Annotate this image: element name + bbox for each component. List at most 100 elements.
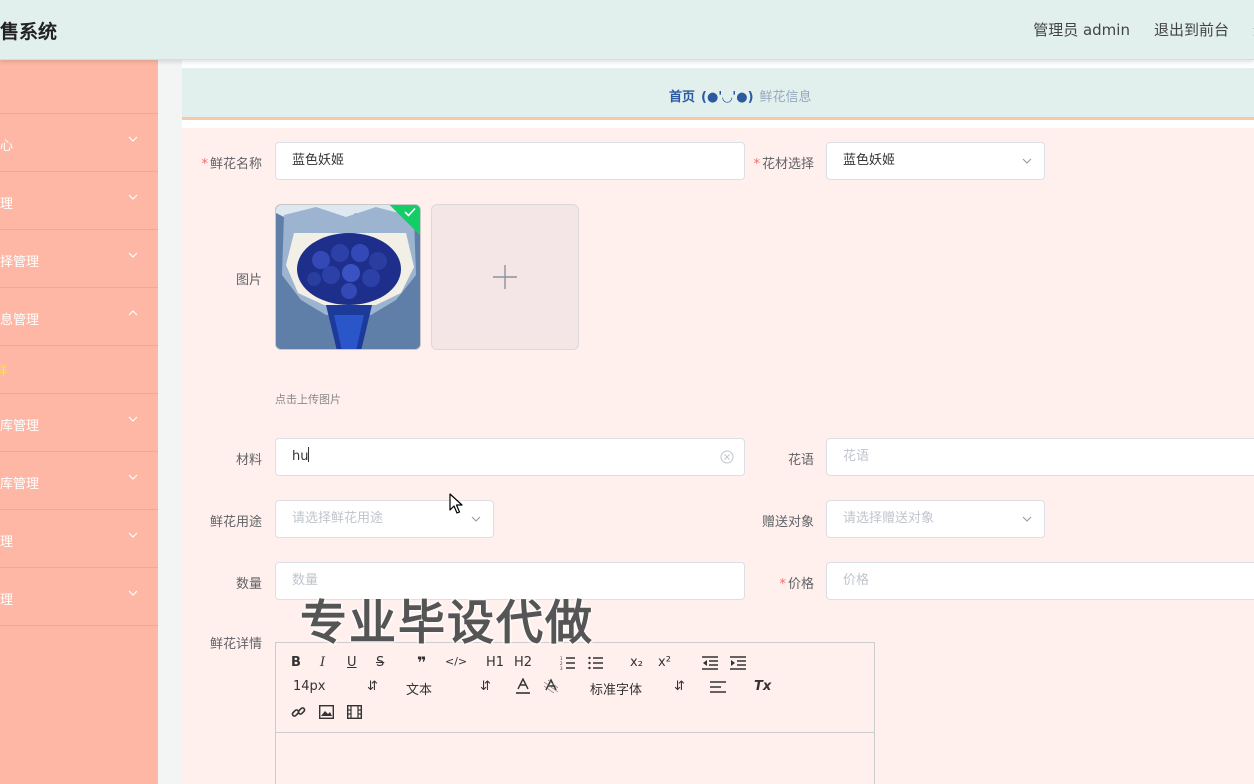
editor-content-area[interactable]	[276, 733, 874, 784]
indent-button[interactable]	[730, 656, 746, 670]
sidebar-item-6[interactable]: 库管理	[0, 452, 158, 510]
ordered-list-button[interactable]: 123	[560, 656, 576, 670]
material-select[interactable]: 蓝色妖姬	[826, 142, 1045, 180]
font-color-button[interactable]	[516, 678, 530, 694]
breadcrumb-home[interactable]: 首页	[669, 90, 695, 105]
clear-format-button[interactable]: Tx	[754, 679, 771, 694]
image-insert-button[interactable]	[319, 705, 334, 719]
sidebar-top	[0, 60, 158, 114]
sidebar-item-label: 心	[0, 139, 14, 154]
watermark-text: 专业毕设代做	[300, 596, 594, 651]
chevron-down-icon	[128, 136, 138, 142]
background-color-icon	[544, 678, 558, 694]
background-color-button[interactable]	[544, 678, 558, 694]
recipient-select[interactable]: 请选择赠送对象	[826, 500, 1045, 538]
upload-hint: 点击上传图片	[275, 393, 341, 406]
flower-name-input[interactable]: 蓝色妖姬	[275, 142, 745, 180]
underline-button[interactable]: U	[347, 655, 357, 670]
image-icon	[319, 705, 334, 719]
chevron-down-icon	[128, 532, 138, 538]
outdent-icon	[702, 656, 718, 670]
sidebar-item-5[interactable]: 库管理	[0, 394, 158, 452]
admin-label[interactable]: 管理员 admin	[1033, 19, 1130, 40]
italic-button[interactable]: I	[320, 655, 325, 670]
app-title: 售系统	[0, 21, 58, 43]
font-family-select[interactable]: 标准字体 ⇵	[590, 679, 685, 698]
breadcrumb-separator: (●'◡'●)	[701, 90, 754, 105]
chevron-down-icon	[128, 194, 138, 200]
chevron-down-icon	[1022, 158, 1032, 164]
text-type-select[interactable]: 文本 ⇵	[406, 679, 491, 698]
video-icon	[347, 705, 362, 719]
editor-toolbar: B I U S ❞ </> H1 H2 123 x₂ x² 14px ⇵ 文本 …	[276, 643, 874, 733]
strikethrough-button[interactable]: S	[376, 655, 384, 670]
align-left-icon	[710, 681, 726, 693]
sidebar-item-8[interactable]: 理	[0, 568, 158, 626]
sidebar-item-3[interactable]: 择管理	[0, 230, 158, 288]
bullet-list-icon	[588, 656, 603, 670]
subscript-button[interactable]: x₂	[630, 655, 643, 670]
exit-to-front-link[interactable]: 退出到前台	[1154, 19, 1229, 40]
sidebar-item-1[interactable]: 心	[0, 114, 158, 172]
superscript-button[interactable]: x²	[658, 655, 671, 670]
code-button[interactable]: </>	[445, 655, 467, 668]
breadcrumb-current: 鲜花信息	[759, 90, 812, 105]
blue-rose-bouquet-image	[276, 205, 420, 349]
header-actions: 管理员 admin 退出到前台 退	[1033, 19, 1254, 40]
sidebar-item-label: 理	[0, 197, 14, 212]
material-label: 材料	[235, 453, 262, 468]
mouse-cursor-icon	[449, 493, 463, 514]
sidebar-item-label: 库管理	[0, 477, 40, 492]
chevron-down-icon	[128, 474, 138, 480]
usage-label: 鲜花用途	[209, 515, 262, 530]
flower-image-thumbnail[interactable]	[275, 204, 421, 350]
sidebar-item-label: 择管理	[0, 255, 40, 270]
align-button[interactable]	[710, 681, 726, 693]
heading1-button[interactable]: H1	[486, 655, 504, 670]
font-size-select[interactable]: 14px ⇵	[293, 679, 378, 694]
sidebar-item-label: 库管理	[0, 419, 40, 434]
flower-language-input[interactable]: 花语	[826, 438, 1254, 476]
bullet-list-button[interactable]	[588, 656, 604, 670]
clear-icon[interactable]	[720, 450, 734, 464]
chevron-down-icon	[1022, 516, 1032, 522]
image-label: 图片	[235, 273, 262, 288]
quote-button[interactable]: ❞	[417, 653, 426, 672]
sidebar-item-2[interactable]: 理	[0, 172, 158, 230]
material-input[interactable]: hu	[275, 438, 745, 476]
link-icon	[291, 707, 306, 717]
plus-icon	[493, 265, 517, 289]
outdent-button[interactable]	[702, 656, 718, 670]
image-upload-button[interactable]	[431, 204, 579, 350]
chevron-down-icon	[128, 590, 138, 596]
sidebar-subitem-label: 鲜	[0, 364, 8, 379]
name-label: * 鲜花名称	[201, 157, 262, 172]
sidebar: 心 理 择管理 息管理 鲜 库管理 库管理 理 理	[0, 60, 158, 784]
chevron-down-icon	[128, 252, 138, 258]
heading2-button[interactable]: H2	[514, 655, 532, 670]
indent-icon	[730, 656, 746, 670]
chevron-down-icon	[471, 516, 481, 522]
quantity-label: 数量	[235, 577, 262, 592]
bold-button[interactable]: B	[291, 655, 301, 670]
sidebar-item-label: 理	[0, 593, 14, 608]
price-input[interactable]: 价格	[826, 562, 1254, 600]
breadcrumb: 首页 (●'◡'●) 鲜花信息	[669, 86, 812, 105]
sidebar-item-label: 理	[0, 535, 14, 550]
ordered-list-icon: 123	[560, 656, 575, 670]
check-icon	[404, 207, 416, 217]
detail-label: 鲜花详情	[209, 637, 262, 652]
sidebar-item-4[interactable]: 息管理	[0, 288, 158, 346]
sidebar-item-7[interactable]: 理	[0, 510, 158, 568]
content-gutter	[158, 60, 182, 784]
recipient-label: 赠送对象	[761, 515, 814, 530]
sidebar-item-label: 息管理	[0, 313, 40, 328]
link-button[interactable]	[291, 705, 306, 720]
sidebar-subitem-active[interactable]: 鲜	[0, 346, 158, 394]
video-insert-button[interactable]	[347, 705, 362, 719]
price-label: * 价格	[779, 577, 814, 592]
chevron-up-icon	[128, 310, 138, 316]
text-cursor	[308, 447, 310, 462]
rich-text-editor: B I U S ❞ </> H1 H2 123 x₂ x² 14px ⇵ 文本 …	[275, 642, 875, 784]
flower-form: * 鲜花名称 蓝色妖姬 * 花材选择 蓝色妖姬 图片 点击上传图片 材料 hu …	[182, 128, 1254, 784]
